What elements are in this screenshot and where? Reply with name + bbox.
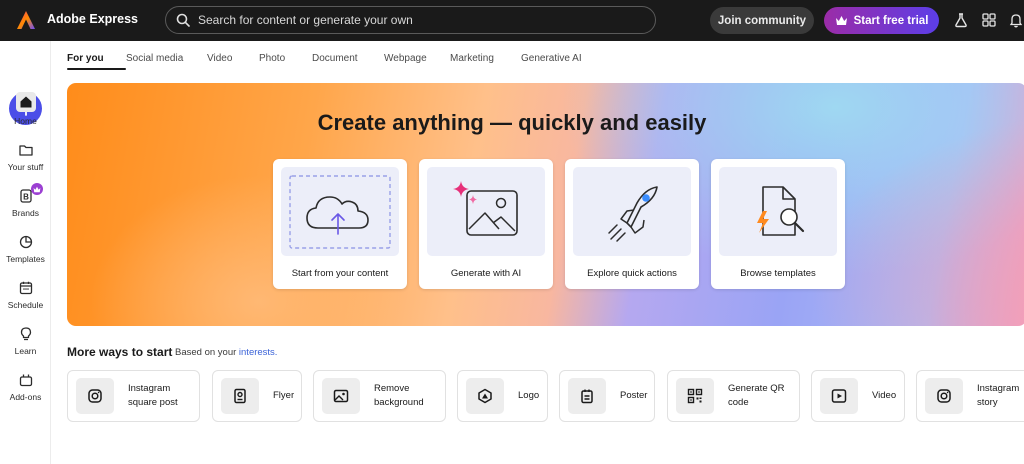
rail-item-schedule[interactable]: Schedule bbox=[0, 280, 51, 320]
rail-item-templates[interactable]: Templates bbox=[0, 234, 51, 274]
flask-icon[interactable] bbox=[953, 12, 969, 28]
rail-label-home: Home bbox=[14, 116, 37, 126]
more-ways-title: More ways to start bbox=[67, 345, 173, 359]
card-start-from-content[interactable]: Start from your content bbox=[273, 159, 407, 289]
qr-code-icon bbox=[687, 388, 703, 404]
rail-item-add-ons[interactable]: Add-ons bbox=[0, 372, 51, 412]
rail-label-learn: Learn bbox=[14, 346, 37, 356]
image-sparkle-icon bbox=[453, 180, 518, 236]
card-label: Explore quick actions bbox=[587, 268, 677, 279]
hero-banner: Create anything — quickly and easily Sta… bbox=[67, 83, 1024, 326]
quick-start-remove-background[interactable]: Remove background bbox=[313, 370, 446, 422]
start-free-trial-label: Start free trial bbox=[853, 14, 929, 27]
tab-photo[interactable]: Photo bbox=[259, 53, 312, 64]
left-rail: Home Your stuff B Brands Templates Sched… bbox=[0, 41, 51, 464]
category-tabs: For you Social media Video Photo Documen… bbox=[67, 53, 591, 70]
templates-icon bbox=[19, 235, 32, 249]
premium-crown-badge bbox=[31, 183, 43, 195]
notifications-bell-icon[interactable] bbox=[1008, 12, 1024, 28]
rail-item-learn[interactable]: Learn bbox=[0, 326, 51, 366]
card-generate-with-ai[interactable]: Generate with AI bbox=[419, 159, 553, 289]
template-search-icon bbox=[757, 185, 805, 236]
remove-background-icon bbox=[333, 389, 349, 403]
tab-webpage[interactable]: Webpage bbox=[384, 53, 450, 64]
quick-start-label: Flyer bbox=[273, 390, 295, 401]
more-ways-subtitle: Based on your interests. bbox=[175, 347, 277, 358]
quick-start-flyer[interactable]: Flyer bbox=[212, 370, 302, 422]
quick-start-instagram-square-post[interactable]: Instagram square post bbox=[67, 370, 200, 422]
card-browse-templates[interactable]: Browse templates bbox=[711, 159, 845, 289]
hero-title: Create anything — quickly and easily bbox=[317, 110, 707, 135]
quick-start-video[interactable]: Video bbox=[811, 370, 905, 422]
card-label: Generate with AI bbox=[450, 268, 522, 279]
tab-video[interactable]: Video bbox=[207, 53, 259, 64]
search-icon bbox=[176, 13, 190, 27]
quick-start-label: square post bbox=[128, 397, 178, 408]
quick-start-label: Instagram bbox=[128, 383, 171, 394]
cloud-upload-icon bbox=[289, 174, 391, 249]
app-title[interactable]: Adobe Express bbox=[47, 12, 138, 26]
video-icon bbox=[831, 389, 847, 403]
folder-icon bbox=[18, 145, 33, 156]
tab-marketing[interactable]: Marketing bbox=[450, 53, 521, 64]
home-icon bbox=[20, 96, 31, 108]
card-art bbox=[573, 167, 691, 256]
flyer-icon bbox=[234, 388, 246, 404]
quick-start-label: Video bbox=[872, 390, 897, 401]
interests-link[interactable]: interests. bbox=[239, 347, 278, 358]
tab-generative-ai[interactable]: Generative AI bbox=[521, 53, 591, 64]
quick-start-logo[interactable]: Logo bbox=[457, 370, 548, 422]
crown-icon bbox=[835, 16, 847, 25]
quick-start-label: story bbox=[977, 397, 998, 408]
join-community-button[interactable]: Join community bbox=[710, 7, 814, 34]
card-explore-quick-actions[interactable]: Explore quick actions bbox=[565, 159, 699, 289]
search-bar[interactable] bbox=[165, 6, 656, 34]
quick-start-label: Remove bbox=[374, 383, 410, 394]
quick-start-label: Poster bbox=[620, 390, 648, 401]
quick-start-poster[interactable]: Poster bbox=[559, 370, 655, 422]
logo-icon bbox=[478, 388, 492, 404]
rail-item-home[interactable]: Home bbox=[0, 92, 51, 134]
rail-label-schedule: Schedule bbox=[7, 300, 44, 310]
quick-start-label: background bbox=[374, 397, 424, 408]
poster-icon bbox=[581, 389, 593, 404]
rail-label-add-ons: Add-ons bbox=[9, 392, 42, 402]
quick-start-label: Logo bbox=[518, 390, 540, 401]
rail-label-your-stuff: Your stuff bbox=[7, 162, 44, 172]
rail-item-brands[interactable]: B Brands bbox=[0, 183, 51, 228]
apps-grid-icon[interactable] bbox=[981, 12, 997, 28]
tab-for-you[interactable]: For you bbox=[67, 53, 126, 70]
quick-start-label: code bbox=[728, 397, 749, 408]
tab-social-media[interactable]: Social media bbox=[126, 53, 207, 64]
rail-label-templates: Templates bbox=[6, 254, 45, 264]
more-ways-subtitle-text: Based on your bbox=[175, 347, 237, 358]
card-art bbox=[719, 167, 837, 256]
card-art bbox=[281, 167, 399, 256]
instagram-icon bbox=[88, 389, 102, 403]
card-label: Browse templates bbox=[740, 268, 816, 279]
lightbulb-icon bbox=[20, 327, 31, 341]
quick-start-instagram-story[interactable]: Instagram story bbox=[916, 370, 1024, 422]
quick-start-label: Instagram bbox=[977, 383, 1020, 394]
adobe-express-logo-icon[interactable] bbox=[16, 10, 36, 30]
top-bar: Adobe Express Join community Start free … bbox=[0, 0, 1024, 41]
start-free-trial-button[interactable]: Start free trial bbox=[824, 7, 939, 34]
tab-document[interactable]: Document bbox=[312, 53, 384, 64]
quick-start-generate-qr-code[interactable]: Generate QR code bbox=[667, 370, 800, 422]
rocket-icon bbox=[608, 185, 658, 242]
card-art bbox=[427, 167, 545, 256]
quick-start-label: Generate QR bbox=[728, 383, 785, 394]
crown-icon bbox=[33, 186, 41, 192]
calendar-icon bbox=[19, 281, 32, 295]
instagram-icon bbox=[937, 389, 951, 403]
card-label: Start from your content bbox=[291, 268, 389, 279]
add-ons-icon bbox=[19, 374, 32, 387]
svg-text:B: B bbox=[23, 193, 29, 202]
search-input[interactable] bbox=[198, 13, 638, 27]
rail-label-brands: Brands bbox=[12, 208, 39, 218]
rail-item-your-stuff[interactable]: Your stuff bbox=[0, 142, 51, 182]
